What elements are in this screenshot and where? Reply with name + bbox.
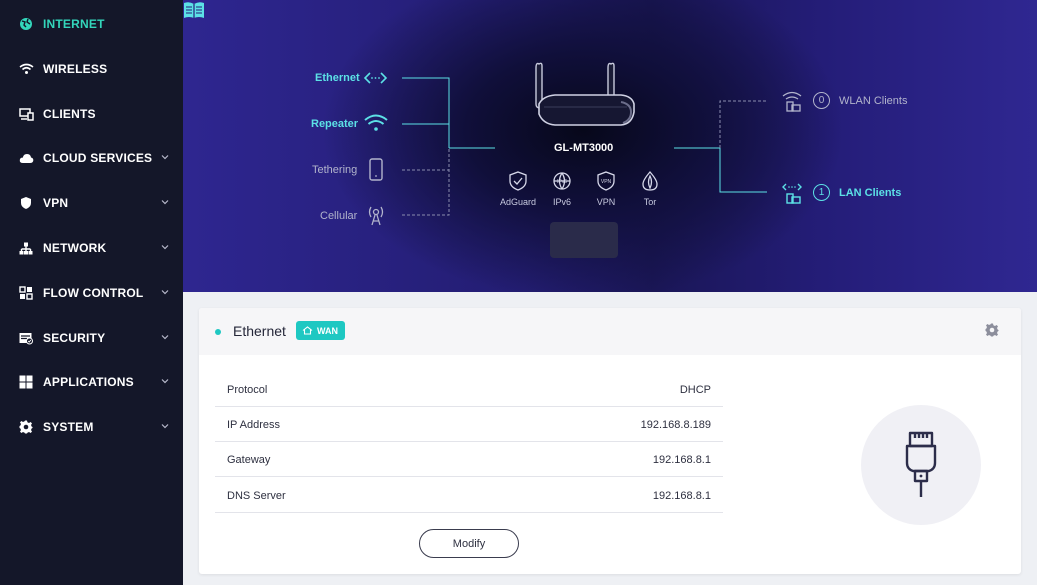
router-illustration [535, 62, 635, 126]
book-guide-icon[interactable] [183, 0, 205, 20]
cloud-icon [18, 150, 34, 166]
lan-client-count: 1 [813, 184, 830, 201]
sidebar-item-vpn[interactable]: VPN [0, 181, 183, 225]
sidebar-item-label: SYSTEM [43, 420, 94, 434]
sidebar-item-label: SECURITY [43, 331, 106, 345]
chevron-down-icon [161, 335, 169, 340]
ethernet-illustration [861, 405, 981, 525]
service-ipv6[interactable]: IPv6 [542, 197, 582, 207]
globe-icon [18, 16, 34, 32]
info-row-protocol: Protocol DHCP [215, 372, 723, 407]
card-header: Ethernet WAN [199, 308, 1021, 355]
sidebar-item-label: CLIENTS [43, 107, 96, 121]
info-row-gateway: Gateway 192.168.8.1 [215, 442, 723, 477]
sidebar-item-wireless[interactable]: WIRELESS [0, 47, 183, 91]
sidebar-item-label: INTERNET [43, 17, 105, 31]
service-adguard[interactable]: AdGuard [498, 197, 538, 207]
sidebar-item-security[interactable]: SECURITY [0, 316, 183, 360]
ethernet-card: Ethernet WAN Protocol DHCP IP Address 19… [199, 308, 1021, 574]
security-icon [18, 330, 34, 346]
repeater-wifi-icon [364, 114, 388, 125]
ethernet-plug-icon [905, 431, 937, 497]
network-icon [18, 240, 34, 256]
antenna-icon [368, 206, 384, 226]
sidebar-item-label: APPLICATIONS [43, 375, 134, 389]
lan-clients-label[interactable]: LAN Clients [839, 187, 901, 199]
wifi-icon [18, 61, 34, 77]
svg-text:IPv6: IPv6 [557, 179, 567, 185]
wlan-client-icon [782, 91, 802, 112]
service-tor[interactable]: Tor [630, 197, 670, 207]
service-vpn[interactable]: VPN [586, 197, 626, 207]
gear-icon [18, 419, 34, 435]
uplink-cellular-label[interactable]: Cellular [320, 210, 357, 222]
row-key: Gateway [227, 454, 271, 466]
sidebar-item-clients[interactable]: CLIENTS [0, 92, 183, 136]
sidebar-item-flow-control[interactable]: FLOW CONTROL [0, 271, 183, 315]
chevron-down-icon [161, 200, 169, 205]
info-row-ip-address: IP Address 192.168.8.189 [215, 407, 723, 442]
chevron-down-icon [161, 290, 169, 295]
topology-panel: IPv6 VPN 5G 2.4G [183, 0, 1037, 292]
status-dot [215, 329, 221, 335]
chevron-down-icon [161, 245, 169, 250]
devices-icon [18, 106, 34, 122]
sidebar-item-label: NETWORK [43, 241, 107, 255]
row-value: 192.168.8.1 [652, 490, 711, 502]
wan-badge-label: WAN [317, 325, 338, 336]
wifi-bands-box[interactable] [550, 222, 618, 258]
card-title: Ethernet [233, 323, 286, 339]
uplink-ethernet-label[interactable]: Ethernet [315, 72, 360, 84]
sidebar-item-cloud-services[interactable]: CLOUD SERVICES [0, 136, 183, 180]
wan-badge: WAN [296, 321, 345, 340]
sidebar-item-label: CLOUD SERVICES [43, 151, 153, 165]
modify-button[interactable]: Modify [419, 529, 519, 558]
sidebar-item-network[interactable]: NETWORK [0, 226, 183, 270]
apps-grid-icon [18, 374, 34, 390]
adguard-shield-icon [509, 171, 527, 191]
flow-control-icon [18, 285, 34, 301]
chevron-down-icon [161, 379, 169, 384]
shield-icon [18, 195, 34, 211]
settings-gear-icon[interactable] [985, 323, 999, 337]
sidebar-item-internet[interactable]: INTERNET [0, 2, 183, 46]
uplink-repeater-label[interactable]: Repeater [311, 118, 358, 130]
info-row-dns-server: DNS Server 192.168.8.1 [215, 478, 723, 513]
svg-text:VPN: VPN [601, 179, 612, 185]
chevron-down-icon [161, 155, 169, 160]
uplink-tethering-label[interactable]: Tethering [312, 164, 357, 176]
sidebar-item-system[interactable]: SYSTEM [0, 405, 183, 449]
row-value: 192.168.8.189 [640, 419, 711, 431]
sidebar: INTERNET WIRELESS CLIENTS CLOUD SERVICES… [0, 0, 183, 585]
row-key: Protocol [227, 384, 268, 396]
sidebar-item-label: VPN [43, 196, 69, 210]
row-key: DNS Server [227, 490, 286, 502]
row-value: DHCP [679, 384, 711, 396]
sidebar-item-label: FLOW CONTROL [43, 286, 144, 300]
wlan-clients-label[interactable]: WLAN Clients [839, 95, 907, 107]
sidebar-item-label: WIRELESS [43, 62, 108, 76]
home-icon [302, 326, 313, 335]
chevron-down-icon [161, 424, 169, 429]
row-key: IP Address [227, 419, 280, 431]
wlan-client-count: 0 [813, 92, 830, 109]
device-name: GL-MT3000 [554, 142, 614, 154]
row-value: 192.168.8.1 [652, 454, 711, 466]
sidebar-item-applications[interactable]: APPLICATIONS [0, 360, 183, 404]
